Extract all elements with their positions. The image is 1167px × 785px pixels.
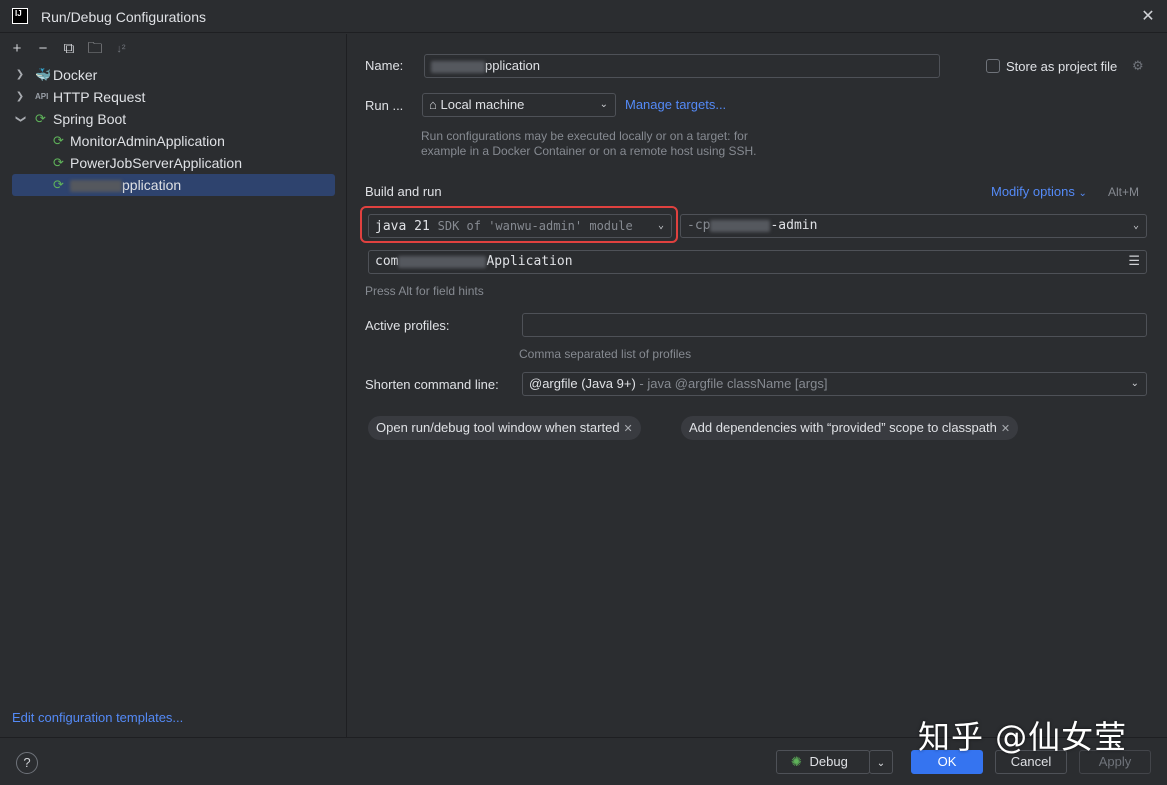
docker-icon: 🐳 bbox=[35, 67, 52, 82]
tree-item-label: Docker bbox=[53, 67, 98, 83]
tree-item-selected-application[interactable]: ⟳ pplication bbox=[12, 174, 335, 196]
main-class-suffix: Application bbox=[486, 254, 573, 269]
dialog-footer: ? ✺ Debug ⌄ OK Cancel Apply bbox=[0, 737, 1167, 785]
chevron-down-icon: ⌄ bbox=[1078, 188, 1087, 199]
window-title: Run/Debug Configurations bbox=[41, 9, 206, 25]
main-class-prefix: com bbox=[375, 254, 399, 269]
configurations-sidebar: + − ⧉ 🗀 ↓² ❯ 🐳 Docker ❯ API HTTP Request… bbox=[0, 34, 347, 737]
chevron-down-icon[interactable]: ❯ bbox=[9, 113, 31, 125]
run-on-select[interactable]: ⌂ Local machine ⌄ bbox=[422, 93, 616, 117]
name-field[interactable]: pplication bbox=[424, 54, 940, 78]
gear-icon[interactable]: ⚙ bbox=[1132, 58, 1144, 74]
tree-item-spring-boot[interactable]: ❯ ⟳ Spring Boot bbox=[0, 108, 347, 130]
spring-boot-icon: ⟳ bbox=[35, 111, 46, 126]
run-on-hint-line-1: Run configurations may be executed local… bbox=[421, 129, 748, 143]
chevron-down-icon: ⌄ bbox=[654, 215, 664, 237]
jdk-select[interactable]: java 21 SDK of 'wanwu-admin' module ⌄ bbox=[368, 214, 672, 238]
sidebar-toolbar: + − ⧉ 🗀 ↓² bbox=[6, 38, 132, 60]
plus-icon[interactable]: + bbox=[6, 38, 28, 60]
edit-templates-link[interactable]: Edit configuration templates... bbox=[12, 710, 183, 725]
tree-item-label: pplication bbox=[70, 174, 181, 196]
shorten-detail: - java @argfile className [args] bbox=[639, 376, 828, 391]
configuration-form: Name: pplication Store as project file ⚙… bbox=[348, 34, 1167, 737]
active-profiles-label: Active profiles: bbox=[365, 318, 450, 333]
spring-boot-run-icon: ⟳ bbox=[53, 155, 64, 170]
tree-item-label: Spring Boot bbox=[53, 111, 127, 127]
classpath-module-select[interactable]: -cp -admin ⌄ bbox=[680, 214, 1147, 238]
run-on-value: Local machine bbox=[440, 97, 525, 112]
remove-chip-icon[interactable]: ✕ bbox=[624, 423, 633, 435]
chevron-right-icon[interactable]: ❯ bbox=[14, 86, 26, 108]
store-as-project-file-checkbox[interactable] bbox=[986, 59, 1000, 73]
tree-item-label: HTTP Request bbox=[53, 89, 146, 105]
name-field-value: pplication bbox=[485, 58, 540, 73]
build-and-run-title: Build and run bbox=[365, 184, 442, 199]
chip-label: Open run/debug tool window when started bbox=[376, 420, 620, 435]
tree-item-monitor-admin[interactable]: ⟳ MonitorAdminApplication bbox=[0, 130, 347, 152]
shorten-command-line-select[interactable]: @argfile (Java 9+) - java @argfile class… bbox=[522, 372, 1147, 396]
spring-boot-run-icon: ⟳ bbox=[53, 177, 64, 192]
tree-item-docker[interactable]: ❯ 🐳 Docker bbox=[0, 64, 347, 86]
modify-options-label: Modify options bbox=[991, 184, 1075, 199]
classpath-prefix: -cp bbox=[687, 218, 711, 233]
tree-item-label: MonitorAdminApplication bbox=[70, 133, 225, 149]
browse-class-icon[interactable]: ☰ bbox=[1128, 251, 1140, 273]
chip-label: Add dependencies with “provided” scope t… bbox=[689, 420, 997, 435]
remove-chip-icon[interactable]: ✕ bbox=[1001, 423, 1010, 435]
copy-icon[interactable]: ⧉ bbox=[58, 38, 80, 60]
home-icon: ⌂ bbox=[429, 97, 437, 112]
apply-button[interactable]: Apply bbox=[1079, 750, 1151, 774]
chevron-down-icon: ⌄ bbox=[1130, 378, 1139, 389]
sort-icon[interactable]: ↓² bbox=[110, 38, 132, 60]
debug-button[interactable]: ✺ Debug bbox=[776, 750, 870, 774]
redacted-text bbox=[70, 180, 122, 193]
spring-boot-run-icon: ⟳ bbox=[53, 133, 64, 148]
redacted-text bbox=[710, 219, 771, 232]
close-icon[interactable]: ✕ bbox=[1139, 8, 1157, 26]
store-as-project-file-label: Store as project file bbox=[1006, 59, 1118, 74]
tree-item-http-request[interactable]: ❯ API HTTP Request bbox=[0, 86, 347, 108]
active-profiles-field[interactable] bbox=[522, 313, 1147, 337]
shorten-value: @argfile (Java 9+) bbox=[529, 376, 636, 391]
tree-item-powerjob-server[interactable]: ⟳ PowerJobServerApplication bbox=[0, 152, 347, 174]
ok-button[interactable]: OK bbox=[911, 750, 983, 774]
main-class-field[interactable]: com Application ☰ bbox=[368, 250, 1147, 274]
debug-dropdown-button[interactable]: ⌄ bbox=[869, 750, 893, 774]
tree-item-label: PowerJobServerApplication bbox=[70, 155, 242, 171]
help-button[interactable]: ? bbox=[16, 752, 38, 774]
redacted-text bbox=[431, 60, 485, 73]
run-on-hint-line-2: example in a Docker Container or on a re… bbox=[421, 144, 757, 158]
chevron-right-icon[interactable]: ❯ bbox=[14, 64, 26, 86]
run-on-label: Run ... bbox=[365, 98, 404, 113]
bug-icon: ✺ bbox=[791, 754, 802, 769]
debug-label: Debug bbox=[809, 754, 848, 769]
modify-options-link[interactable]: Modify options ⌄ bbox=[991, 184, 1087, 199]
manage-targets-link[interactable]: Manage targets... bbox=[625, 97, 726, 112]
redacted-text bbox=[398, 255, 487, 268]
minus-icon[interactable]: − bbox=[32, 38, 54, 60]
new-folder-icon[interactable]: 🗀 bbox=[84, 38, 106, 60]
cancel-button[interactable]: Cancel bbox=[995, 750, 1067, 774]
jdk-detail: SDK of 'wanwu-admin' module bbox=[437, 219, 633, 233]
active-profiles-hint: Comma separated list of profiles bbox=[519, 347, 692, 361]
configurations-tree: ❯ 🐳 Docker ❯ API HTTP Request ❯ ⟳ Spring… bbox=[0, 64, 347, 196]
classpath-module: -admin bbox=[770, 218, 818, 233]
modify-options-shortcut: Alt+M bbox=[1108, 185, 1140, 199]
chevron-down-icon: ⌄ bbox=[876, 758, 886, 769]
jdk-version: java 21 bbox=[375, 219, 430, 234]
option-chip-open-tool-window: Open run/debug tool window when started ✕ bbox=[368, 416, 641, 440]
option-chip-provided-scope: Add dependencies with “provided” scope t… bbox=[681, 416, 1019, 440]
tree-item-label-text: pplication bbox=[122, 177, 182, 193]
shorten-command-line-label: Shorten command line: bbox=[365, 377, 499, 392]
field-hints-text: Press Alt for field hints bbox=[365, 284, 484, 298]
api-icon: API bbox=[35, 92, 49, 101]
title-bar: IJ Run/Debug Configurations ✕ bbox=[0, 0, 1167, 33]
name-label: Name: bbox=[365, 58, 404, 73]
intellij-logo-icon: IJ bbox=[12, 8, 28, 24]
chevron-down-icon: ⌄ bbox=[1132, 220, 1139, 231]
chevron-down-icon: ⌄ bbox=[599, 99, 608, 110]
